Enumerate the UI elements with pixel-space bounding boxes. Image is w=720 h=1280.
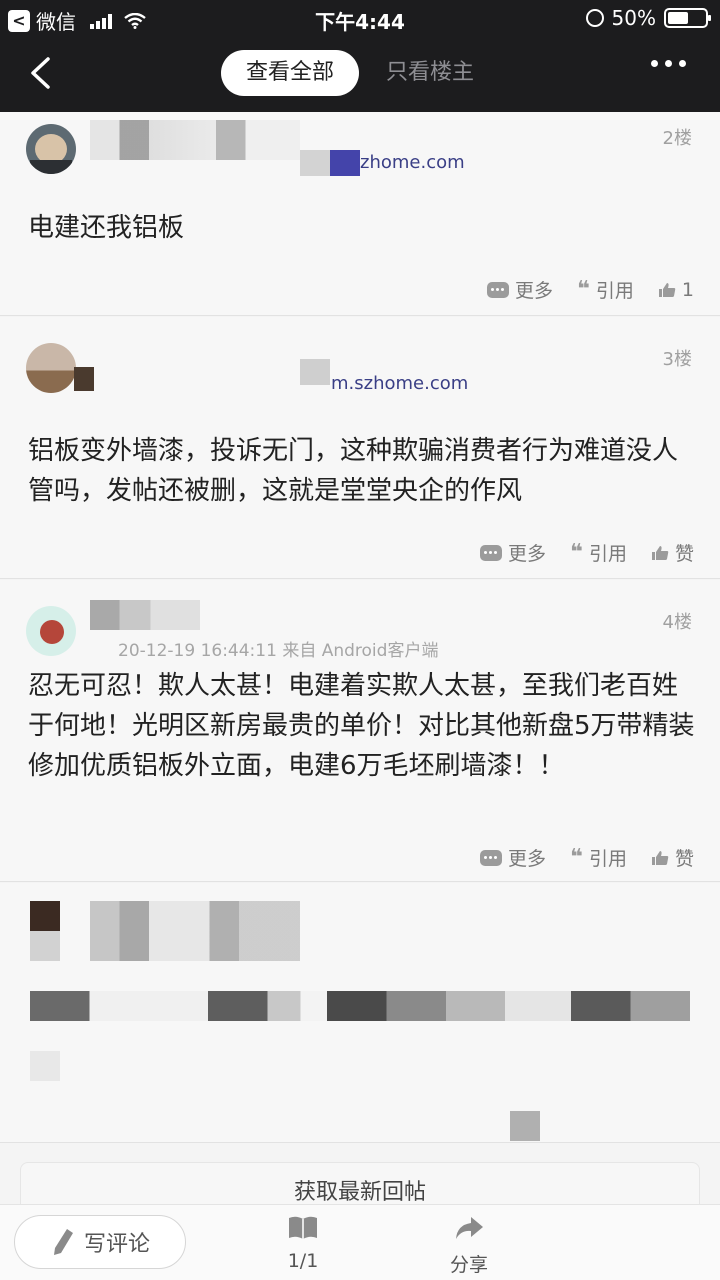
blurred-meta — [300, 150, 330, 176]
thumbs-up-icon — [651, 545, 669, 560]
quote-label: 引用 — [595, 280, 634, 302]
blurred-username — [74, 367, 94, 391]
write-comment-label: 写评论 — [83, 1232, 150, 1257]
tab-op-only[interactable]: 只看楼主 — [372, 50, 488, 96]
tab-view-all[interactable]: 查看全部 — [221, 50, 359, 96]
nav-bar: 查看全部 只看楼主 — [0, 36, 720, 112]
more-options-icon[interactable] — [651, 60, 686, 67]
share-label: 分享 — [449, 1254, 488, 1276]
more-icon — [480, 544, 503, 561]
like-label: 赞 — [674, 848, 694, 870]
book-icon — [289, 1216, 317, 1239]
quote-button[interactable]: ❝ 引用 — [577, 276, 634, 303]
rotation-lock-icon — [585, 9, 604, 27]
bottom-toolbar: 写评论 1/1 分享 — [0, 1204, 720, 1280]
write-comment-button[interactable]: 写评论 — [14, 1215, 186, 1269]
pixelated-avatar — [30, 901, 60, 961]
like-button[interactable]: 赞 — [651, 844, 694, 871]
floor-number: 3楼 — [662, 349, 692, 370]
floor-number: 4楼 — [662, 612, 692, 633]
post-source: zhome.com — [360, 152, 465, 173]
post-meta: 20-12-19 16:44:11 来自 Android客户端 — [118, 641, 439, 661]
post-floor-4: 20-12-19 16:44:11 来自 Android客户端 4楼 忍无可忍！… — [0, 580, 720, 882]
back-icon[interactable] — [26, 56, 56, 90]
post-pixelated — [0, 883, 720, 1143]
post-floor-3: m.szhome.com 3楼 铝板变外墙漆，投诉无门，这种欺骗消费者行为难道没… — [0, 317, 720, 579]
pixelated-text-line — [30, 991, 690, 1021]
more-button[interactable]: 更多 — [480, 539, 546, 566]
battery-icon — [664, 8, 711, 28]
quote-label: 引用 — [588, 848, 627, 870]
app-root: < 微信 下午4:44 50% 查看全部 只看楼主 zhome.com 2楼 电… — [0, 0, 720, 1280]
page-indicator-button[interactable]: 1/1 — [282, 1215, 324, 1272]
post-source: m.szhome.com — [331, 373, 469, 394]
post-content: 电建还我铝板 — [28, 213, 185, 243]
pixelated-text-line — [30, 1051, 60, 1081]
quote-icon: ❝ — [570, 844, 583, 870]
post-actions: 更多 ❝ 引用 1 — [486, 276, 694, 303]
post-floor-2: zhome.com 2楼 电建还我铝板 更多 ❝ 引用 1 — [0, 112, 720, 316]
more-icon — [486, 281, 509, 298]
like-button[interactable]: 1 — [658, 279, 694, 301]
quote-button[interactable]: ❝ 引用 — [570, 539, 627, 566]
like-count: 1 — [681, 278, 694, 301]
thumbs-up-icon — [651, 850, 669, 865]
blurred-meta — [300, 359, 330, 385]
quote-icon: ❝ — [576, 276, 590, 302]
post-actions: 更多 ❝ 引用 赞 — [480, 539, 694, 566]
more-label: 更多 — [508, 848, 547, 870]
quote-icon: ❝ — [570, 539, 583, 565]
post-content: 铝板变外墙漆，投诉无门，这种欺骗消费者行为难道没人管吗，发帖还被删，这就是堂堂央… — [28, 436, 679, 506]
quote-label: 引用 — [588, 543, 627, 565]
source-badge — [330, 150, 360, 176]
post-content: 忍无可忍！欺人太甚！电建着实欺人太甚，至我们老百姓于何地！光明区新房最贵的单价！… — [28, 671, 695, 781]
blurred-username — [90, 600, 200, 630]
quote-button[interactable]: ❝ 引用 — [570, 844, 627, 871]
like-label: 赞 — [674, 543, 694, 565]
thumbs-up-icon — [658, 282, 676, 297]
more-button[interactable]: 更多 — [486, 276, 553, 303]
share-button[interactable]: 分享 — [446, 1215, 492, 1277]
avatar[interactable] — [26, 343, 76, 393]
more-button[interactable]: 更多 — [480, 844, 546, 871]
avatar[interactable] — [26, 606, 76, 656]
more-label: 更多 — [514, 280, 553, 302]
post-actions: 更多 ❝ 引用 赞 — [480, 844, 694, 871]
more-icon — [480, 849, 503, 866]
pen-icon — [53, 1229, 73, 1255]
page-indicator: 1/1 — [287, 1250, 319, 1272]
blurred-username — [90, 120, 300, 160]
floor-number: 2楼 — [662, 128, 692, 149]
status-bar: < 微信 下午4:44 50% — [0, 0, 720, 36]
pixelated-action — [510, 1111, 540, 1141]
share-icon — [456, 1217, 483, 1239]
like-button[interactable]: 赞 — [651, 539, 694, 566]
pixelated-username — [90, 901, 300, 961]
status-right: 50% — [585, 6, 711, 30]
more-label: 更多 — [508, 543, 547, 565]
avatar[interactable] — [26, 124, 76, 174]
battery-percent: 50% — [611, 6, 656, 30]
